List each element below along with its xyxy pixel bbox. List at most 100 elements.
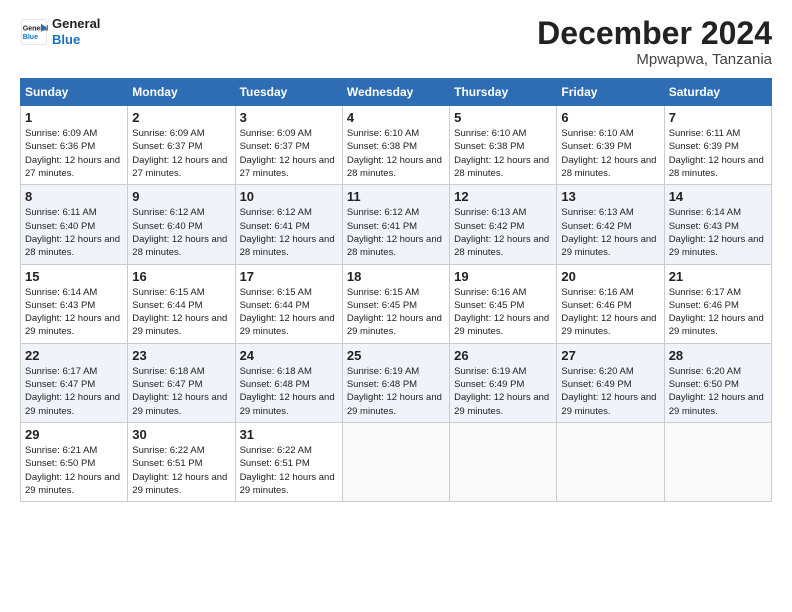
day-number: 28: [669, 348, 767, 363]
day-number: 27: [561, 348, 659, 363]
col-header-thursday: Thursday: [450, 79, 557, 106]
day-number: 13: [561, 189, 659, 204]
cell-info: Sunrise: 6:17 AMSunset: 6:47 PMDaylight:…: [25, 366, 120, 417]
calendar-table: SundayMondayTuesdayWednesdayThursdayFrid…: [20, 78, 772, 502]
day-number: 6: [561, 110, 659, 125]
col-header-tuesday: Tuesday: [235, 79, 342, 106]
cell-info: Sunrise: 6:09 AMSunset: 6:37 PMDaylight:…: [132, 128, 227, 179]
cell-info: Sunrise: 6:13 AMSunset: 6:42 PMDaylight:…: [561, 207, 656, 258]
month-title: December 2024: [537, 16, 772, 51]
cell-info: Sunrise: 6:12 AMSunset: 6:40 PMDaylight:…: [132, 207, 227, 258]
cell-info: Sunrise: 6:20 AMSunset: 6:49 PMDaylight:…: [561, 366, 656, 417]
cell-info: Sunrise: 6:09 AMSunset: 6:36 PMDaylight:…: [25, 128, 120, 179]
logo-text: General Blue: [52, 16, 100, 47]
calendar-cell: 19Sunrise: 6:16 AMSunset: 6:45 PMDayligh…: [450, 264, 557, 343]
day-number: 14: [669, 189, 767, 204]
cell-info: Sunrise: 6:11 AMSunset: 6:39 PMDaylight:…: [669, 128, 764, 179]
day-number: 29: [25, 427, 123, 442]
week-row-4: 22 Sunrise: 6:17 AMSunset: 6:47 PMDayligh…: [21, 343, 772, 422]
day-number: 5: [454, 110, 552, 125]
calendar-cell: 3Sunrise: 6:09 AMSunset: 6:37 PMDaylight…: [235, 106, 342, 185]
day-number: 24: [240, 348, 338, 363]
cell-info: Sunrise: 6:15 AMSunset: 6:45 PMDaylight:…: [347, 287, 442, 338]
calendar-cell: 21 Sunrise: 6:17 AMSunset: 6:46 PMDayligh…: [664, 264, 771, 343]
cell-info: Sunrise: 6:18 AMSunset: 6:48 PMDaylight:…: [240, 366, 335, 417]
calendar-cell: [557, 422, 664, 501]
cell-info: Sunrise: 6:10 AMSunset: 6:39 PMDaylight:…: [561, 128, 656, 179]
cell-info: Sunrise: 6:22 AMSunset: 6:51 PMDaylight:…: [240, 445, 335, 496]
header-row: SundayMondayTuesdayWednesdayThursdayFrid…: [21, 79, 772, 106]
col-header-saturday: Saturday: [664, 79, 771, 106]
calendar-cell: 18 Sunrise: 6:15 AMSunset: 6:45 PMDayligh…: [342, 264, 449, 343]
week-row-3: 15 Sunrise: 6:14 AMSunset: 6:43 PMDayligh…: [21, 264, 772, 343]
calendar-cell: 13 Sunrise: 6:13 AMSunset: 6:42 PMDayligh…: [557, 185, 664, 264]
calendar-cell: 24 Sunrise: 6:18 AMSunset: 6:48 PMDayligh…: [235, 343, 342, 422]
day-number: 9: [132, 189, 230, 204]
cell-info: Sunrise: 6:09 AMSunset: 6:37 PMDaylight:…: [240, 128, 335, 179]
calendar-cell: 5Sunrise: 6:10 AMSunset: 6:38 PMDaylight…: [450, 106, 557, 185]
day-number: 21: [669, 269, 767, 284]
day-number: 25: [347, 348, 445, 363]
calendar-cell: 30 Sunrise: 6:22 AMSunset: 6:51 PMDayligh…: [128, 422, 235, 501]
cell-info: Sunrise: 6:12 AMSunset: 6:41 PMDaylight:…: [347, 207, 442, 258]
day-number: 7: [669, 110, 767, 125]
location: Mpwapwa, Tanzania: [537, 51, 772, 68]
cell-info: Sunrise: 6:22 AMSunset: 6:51 PMDaylight:…: [132, 445, 227, 496]
calendar-cell: 25 Sunrise: 6:19 AMSunset: 6:48 PMDayligh…: [342, 343, 449, 422]
cell-info: Sunrise: 6:19 AMSunset: 6:49 PMDaylight:…: [454, 366, 549, 417]
calendar-cell: 27 Sunrise: 6:20 AMSunset: 6:49 PMDayligh…: [557, 343, 664, 422]
day-number: 30: [132, 427, 230, 442]
calendar-cell: 23 Sunrise: 6:18 AMSunset: 6:47 PMDayligh…: [128, 343, 235, 422]
calendar-cell: 12Sunrise: 6:13 AMSunset: 6:42 PMDayligh…: [450, 185, 557, 264]
calendar-cell: 4 Sunrise: 6:10 AMSunset: 6:38 PMDaylight…: [342, 106, 449, 185]
cell-info: Sunrise: 6:14 AMSunset: 6:43 PMDaylight:…: [25, 287, 120, 338]
day-number: 1: [25, 110, 123, 125]
col-header-friday: Friday: [557, 79, 664, 106]
calendar-cell: 1 Sunrise: 6:09 AMSunset: 6:36 PMDaylight…: [21, 106, 128, 185]
calendar-cell: 7 Sunrise: 6:11 AMSunset: 6:39 PMDaylight…: [664, 106, 771, 185]
calendar-cell: 28Sunrise: 6:20 AMSunset: 6:50 PMDayligh…: [664, 343, 771, 422]
calendar-cell: 2 Sunrise: 6:09 AMSunset: 6:37 PMDaylight…: [128, 106, 235, 185]
calendar-cell: 14Sunrise: 6:14 AMSunset: 6:43 PMDayligh…: [664, 185, 771, 264]
cell-info: Sunrise: 6:21 AMSunset: 6:50 PMDaylight:…: [25, 445, 120, 496]
day-number: 17: [240, 269, 338, 284]
cell-info: Sunrise: 6:15 AMSunset: 6:44 PMDaylight:…: [240, 287, 335, 338]
col-header-monday: Monday: [128, 79, 235, 106]
calendar-cell: 10 Sunrise: 6:12 AMSunset: 6:41 PMDayligh…: [235, 185, 342, 264]
day-number: 26: [454, 348, 552, 363]
cell-info: Sunrise: 6:12 AMSunset: 6:41 PMDaylight:…: [240, 207, 335, 258]
cell-info: Sunrise: 6:16 AMSunset: 6:45 PMDaylight:…: [454, 287, 549, 338]
calendar-cell: 29 Sunrise: 6:21 AMSunset: 6:50 PMDayligh…: [21, 422, 128, 501]
col-header-sunday: Sunday: [21, 79, 128, 106]
calendar-cell: 26 Sunrise: 6:19 AMSunset: 6:49 PMDayligh…: [450, 343, 557, 422]
calendar-cell: [664, 422, 771, 501]
day-number: 2: [132, 110, 230, 125]
calendar-cell: 22 Sunrise: 6:17 AMSunset: 6:47 PMDayligh…: [21, 343, 128, 422]
day-number: 11: [347, 189, 445, 204]
day-number: 10: [240, 189, 338, 204]
cell-info: Sunrise: 6:16 AMSunset: 6:46 PMDaylight:…: [561, 287, 656, 338]
header: General Blue General Blue December 2024 …: [20, 16, 772, 68]
calendar-cell: 15 Sunrise: 6:14 AMSunset: 6:43 PMDayligh…: [21, 264, 128, 343]
day-number: 20: [561, 269, 659, 284]
week-row-5: 29 Sunrise: 6:21 AMSunset: 6:50 PMDayligh…: [21, 422, 772, 501]
day-number: 18: [347, 269, 445, 284]
day-number: 22: [25, 348, 123, 363]
calendar-cell: 6 Sunrise: 6:10 AMSunset: 6:39 PMDaylight…: [557, 106, 664, 185]
day-number: 15: [25, 269, 123, 284]
cell-info: Sunrise: 6:18 AMSunset: 6:47 PMDaylight:…: [132, 366, 227, 417]
calendar-cell: 17 Sunrise: 6:15 AMSunset: 6:44 PMDayligh…: [235, 264, 342, 343]
cell-info: Sunrise: 6:19 AMSunset: 6:48 PMDaylight:…: [347, 366, 442, 417]
title-block: December 2024 Mpwapwa, Tanzania: [537, 16, 772, 68]
calendar-cell: 8Sunrise: 6:11 AMSunset: 6:40 PMDaylight…: [21, 185, 128, 264]
day-number: 23: [132, 348, 230, 363]
week-row-1: 1 Sunrise: 6:09 AMSunset: 6:36 PMDaylight…: [21, 106, 772, 185]
day-number: 4: [347, 110, 445, 125]
day-number: 31: [240, 427, 338, 442]
logo: General Blue General Blue: [20, 16, 100, 47]
cell-info: Sunrise: 6:10 AMSunset: 6:38 PMDaylight:…: [347, 128, 442, 179]
day-number: 12: [454, 189, 552, 204]
cell-info: Sunrise: 6:15 AMSunset: 6:44 PMDaylight:…: [132, 287, 227, 338]
day-number: 8: [25, 189, 123, 204]
cell-info: Sunrise: 6:17 AMSunset: 6:46 PMDaylight:…: [669, 287, 764, 338]
